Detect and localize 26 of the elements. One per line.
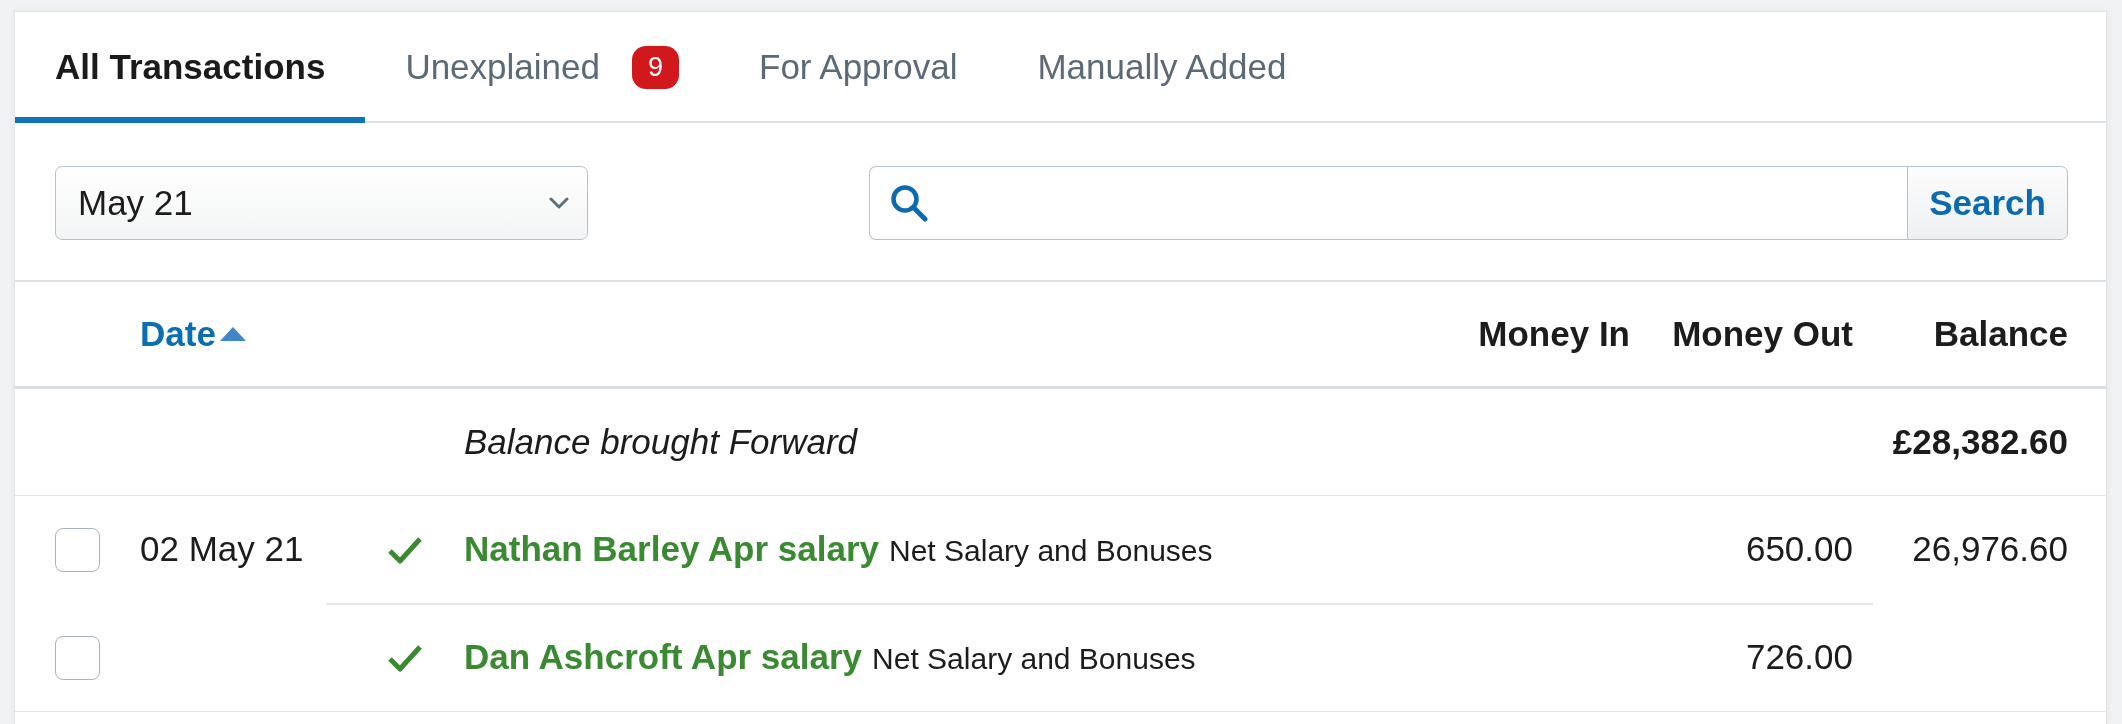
amount-cell-text: 726.00: [1744, 636, 1853, 679]
column-header: Money In: [1477, 312, 1630, 355]
balance-cell-text: £28,382.60: [1891, 420, 2068, 463]
transaction-link[interactable]: Dan Ashcroft Apr salary: [464, 631, 863, 684]
count-badge: 9: [631, 46, 679, 89]
date-sort-link[interactable]: Date: [140, 307, 246, 361]
date-cell-text: 02 May 21: [140, 528, 305, 571]
row-checkbox[interactable]: [55, 635, 100, 680]
balance-cell-text: 26,976.60: [1911, 528, 2068, 571]
category-text: Net Salary and Bonuses: [889, 533, 1213, 570]
category-text: Net Salary and Bonuses: [872, 641, 1196, 678]
period-dropdown[interactable]: May 21: [55, 166, 588, 240]
search-button[interactable]: Search: [1907, 166, 2068, 240]
tab[interactable]: Manually Added: [997, 12, 1327, 123]
amount-cell-text: 650.00: [1744, 528, 1853, 571]
chevron-down-icon: [549, 197, 569, 209]
search-icon: [890, 184, 928, 222]
column-header: Money Out: [1671, 312, 1853, 355]
transaction-link[interactable]: Nathan Barley Apr salary: [464, 523, 879, 576]
tab[interactable]: All Transactions: [15, 12, 366, 123]
column-header: Balance: [1932, 312, 2068, 355]
search-field[interactable]: [869, 166, 1907, 240]
row-checkbox[interactable]: [55, 527, 100, 572]
balance-forward-label: Balance brought Forward: [464, 420, 859, 463]
tab[interactable]: For Approval: [719, 12, 998, 123]
tab[interactable]: Unexplained 9: [365, 12, 719, 123]
